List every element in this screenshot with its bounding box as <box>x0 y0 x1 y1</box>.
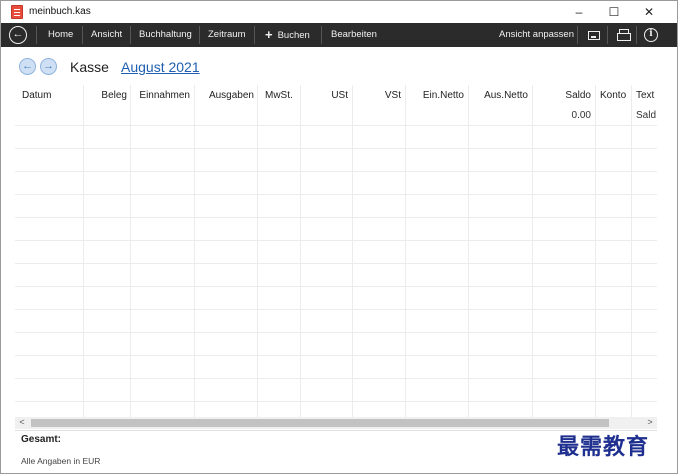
column-header-ausgaben[interactable]: Ausgaben <box>196 90 254 101</box>
menu-ansicht-anpassen[interactable]: Ansicht anpassen <box>499 23 574 47</box>
menu-ansicht[interactable]: Ansicht <box>91 23 122 47</box>
screen-icon[interactable] <box>585 26 603 44</box>
printer-icon[interactable] <box>614 26 632 44</box>
next-period-button[interactable]: → <box>40 58 57 75</box>
column-header-mwst[interactable]: MwSt. <box>265 90 293 101</box>
column-header-konto[interactable]: Konto <box>600 90 626 101</box>
previous-period-button[interactable]: ← <box>19 58 36 75</box>
toolbar-separator <box>577 26 578 44</box>
toolbar-separator <box>130 26 131 44</box>
app-window: meinbuch.kas – ☐ ✕ ← Home Ansicht Buchha… <box>0 0 678 474</box>
menu-home[interactable]: Home <box>48 23 73 47</box>
column-header-datum[interactable]: Datum <box>22 90 51 101</box>
menu-bearbeiten[interactable]: Bearbeiten <box>331 23 377 47</box>
toolbar: ← Home Ansicht Buchhaltung Zeitraum + Buc… <box>1 23 677 47</box>
info-icon[interactable]: i <box>642 26 660 44</box>
column-header-vst[interactable]: VSt <box>354 90 401 101</box>
toolbar-separator <box>82 26 83 44</box>
toolbar-separator <box>321 26 322 44</box>
column-header-aus-netto[interactable]: Aus.Netto <box>470 90 528 101</box>
scroll-right-button[interactable]: > <box>643 417 657 429</box>
column-header-text[interactable]: Text <box>636 90 654 101</box>
column-header-saldo[interactable]: Saldo <box>534 90 591 101</box>
maximize-button[interactable]: ☐ <box>602 3 626 21</box>
plus-icon: + <box>265 27 273 42</box>
text-cell[interactable]: Sald <box>636 110 656 121</box>
currency-note: Alle Angaben in EUR <box>21 456 101 466</box>
menu-buchen[interactable]: + Buchen <box>265 23 310 47</box>
window-title: meinbuch.kas <box>29 6 91 17</box>
scroll-left-button[interactable]: < <box>15 417 29 429</box>
app-icon <box>11 5 23 19</box>
toolbar-separator <box>607 26 608 44</box>
column-header-ein-netto[interactable]: Ein.Netto <box>407 90 464 101</box>
close-button[interactable]: ✕ <box>637 3 661 21</box>
toolbar-separator <box>199 26 200 44</box>
minimize-button[interactable]: – <box>567 3 591 21</box>
column-header-ust[interactable]: USt <box>302 90 348 101</box>
watermark: 最需教育 <box>557 434 650 460</box>
horizontal-scrollbar[interactable]: < > <box>15 417 657 429</box>
page-title: Kasse <box>70 59 109 75</box>
title-bar: meinbuch.kas – ☐ ✕ <box>1 1 677 23</box>
menu-buchen-label: Buchen <box>277 30 310 41</box>
column-header-beleg[interactable]: Beleg <box>85 90 127 101</box>
toolbar-separator <box>254 26 255 44</box>
scrollbar-thumb[interactable] <box>31 419 609 427</box>
total-label: Gesamt: <box>21 434 62 445</box>
toolbar-separator <box>636 26 637 44</box>
period-link[interactable]: August 2021 <box>121 59 200 75</box>
saldo-cell[interactable]: 0.00 <box>534 110 591 121</box>
back-icon[interactable]: ← <box>9 26 27 44</box>
menu-zeitraum[interactable]: Zeitraum <box>208 23 245 47</box>
menu-buchhaltung[interactable]: Buchhaltung <box>139 23 192 47</box>
journal-table[interactable]: Datum Beleg Einnahmen Ausgaben MwSt. USt… <box>15 85 657 417</box>
toolbar-separator <box>36 26 37 44</box>
column-header-einnahmen[interactable]: Einnahmen <box>132 90 190 101</box>
